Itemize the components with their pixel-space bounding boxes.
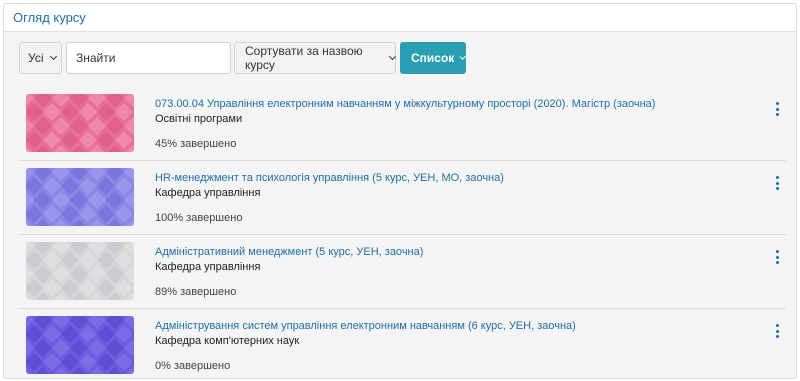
course-list: 073.00.04 Управління електронним навчанн…: [19, 87, 786, 378]
more-actions-icon[interactable]: [774, 176, 780, 190]
course-category: Кафедра управління: [155, 261, 261, 273]
filter-dropdown-button[interactable]: Усі: [19, 42, 62, 74]
filter-label: Усі: [28, 51, 44, 65]
course-image[interactable]: [26, 316, 134, 374]
course-title-link[interactable]: HR-менеджмент та психологія управління (…: [155, 172, 504, 184]
course-title-link[interactable]: Адміністрування систем управління електр…: [155, 320, 576, 332]
more-actions-icon[interactable]: [774, 324, 780, 338]
course-category: Кафедра управління: [155, 187, 261, 199]
course-category: Кафедра комп'ютерних наук: [155, 335, 300, 347]
course-item: HR-менеджмент та психологія управління (…: [19, 161, 786, 235]
chevron-down-icon: [389, 53, 397, 60]
view-mode-dropdown-button[interactable]: Список: [400, 42, 467, 74]
view-label: Список: [411, 51, 455, 65]
course-item: Адміністративний менеджмент (5 курс, УЕН…: [19, 235, 786, 309]
course-overview-block: Огляд курсу Усі Знайти Сортувати за назв…: [3, 3, 797, 379]
course-progress: 45% завершено: [155, 138, 237, 150]
block-title: Огляд курсу: [13, 10, 86, 25]
sort-dropdown-button[interactable]: Сортувати за назвою курсу: [234, 42, 397, 74]
search-placeholder: Знайти: [76, 51, 116, 65]
course-item: 073.00.04 Управління електронним навчанн…: [19, 87, 786, 161]
search-input[interactable]: Знайти: [66, 42, 231, 74]
course-image[interactable]: [26, 168, 134, 226]
course-image[interactable]: [26, 242, 134, 300]
course-progress: 100% завершено: [155, 212, 243, 224]
sort-label: Сортувати за назвою курсу: [245, 44, 363, 72]
course-progress: 89% завершено: [155, 286, 237, 298]
course-title-link[interactable]: 073.00.04 Управління електронним навчанн…: [155, 98, 655, 110]
chevron-down-icon: [460, 53, 467, 60]
more-actions-icon[interactable]: [774, 250, 780, 264]
block-header: Огляд курсу: [4, 4, 796, 32]
more-actions-icon[interactable]: [774, 102, 780, 116]
course-category: Освітні програми: [155, 113, 243, 125]
course-progress: 0% завершено: [155, 360, 231, 372]
course-item: Адміністрування систем управління електр…: [19, 309, 786, 378]
course-title-link[interactable]: Адміністративний менеджмент (5 курс, УЕН…: [155, 246, 423, 258]
course-image[interactable]: [26, 94, 134, 152]
chevron-down-icon: [49, 52, 57, 61]
